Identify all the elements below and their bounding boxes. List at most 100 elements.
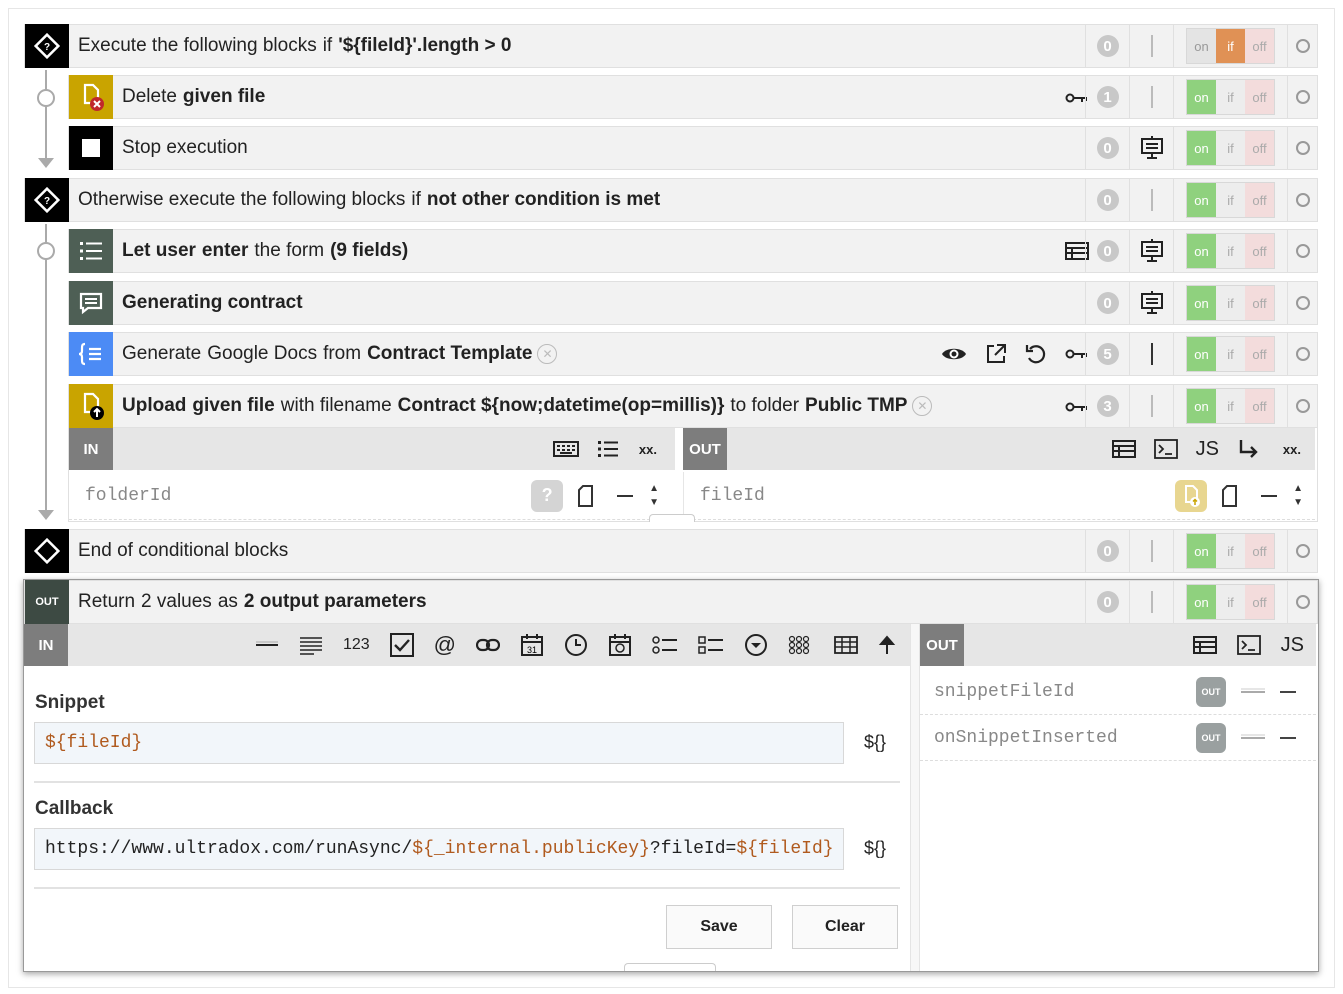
insert-template-icon[interactable]: ${} <box>864 732 886 753</box>
toggle-on[interactable]: on <box>1187 286 1216 320</box>
list-icon[interactable] <box>597 439 619 459</box>
toggle-on[interactable]: on <box>1187 29 1216 63</box>
grid-dots-icon[interactable] <box>788 635 814 655</box>
toggle-if[interactable]: if <box>1216 183 1245 217</box>
clear-folder-icon[interactable]: ✕ <box>912 396 933 416</box>
on-if-off-toggle[interactable]: on if off <box>1186 584 1275 620</box>
toggle-if[interactable]: if <box>1216 131 1245 165</box>
toggle-on[interactable]: on <box>1187 80 1216 114</box>
on-if-off-toggle[interactable]: on if off <box>1186 233 1275 269</box>
remove-icon[interactable] <box>617 494 634 497</box>
toggle-off[interactable]: off <box>1245 337 1274 371</box>
on-if-off-toggle[interactable]: on if off <box>1186 28 1275 64</box>
toggle-off[interactable]: off <box>1245 131 1274 165</box>
remove-icon[interactable] <box>1280 736 1296 739</box>
on-if-off-toggle[interactable]: on if off <box>1186 285 1275 321</box>
on-if-off-toggle[interactable]: on if off <box>1186 388 1275 424</box>
js-icon[interactable]: JS <box>1196 438 1219 461</box>
toggle-if[interactable]: if <box>1216 286 1245 320</box>
block-form[interactable]: Let user enter the form (9 fields) 0 on if of… <box>68 229 1318 273</box>
out-type-chip[interactable]: OUT <box>1196 676 1226 707</box>
presentation-icon[interactable] <box>1139 290 1165 316</box>
callback-input[interactable]: https://www.ultradox.com/runAsync/${_int… <box>34 828 844 870</box>
single-line-text-icon[interactable] <box>255 635 279 655</box>
toggle-off[interactable]: off <box>1245 286 1274 320</box>
block-else[interactable]: ? Otherwise execute the following blocks… <box>24 178 1318 222</box>
on-if-off-toggle[interactable]: on if off <box>1186 533 1275 569</box>
on-if-off-toggle[interactable]: on if off <box>1186 130 1275 166</box>
toggle-off[interactable]: off <box>1245 29 1274 63</box>
toggle-if[interactable]: if <box>1216 29 1245 63</box>
toggle-on[interactable]: on <box>1187 585 1216 619</box>
toggle-on[interactable]: on <box>1187 234 1216 268</box>
table-grid-icon[interactable] <box>834 635 858 655</box>
branch-knob-else[interactable] <box>37 242 55 260</box>
clear-template-icon[interactable]: ✕ <box>537 344 558 364</box>
block-stop[interactable]: Stop execution 0 on if off <box>68 126 1318 170</box>
select-radio[interactable] <box>1295 595 1310 609</box>
file-icon[interactable] <box>577 484 597 508</box>
keyboard-icon[interactable] <box>552 439 579 459</box>
presentation-icon[interactable] <box>1139 238 1165 264</box>
toggle-off[interactable]: off <box>1245 585 1274 619</box>
toggle-off[interactable]: off <box>1245 234 1274 268</box>
block-end[interactable]: End of conditional blocks 0 on if off <box>24 529 1318 573</box>
clear-button[interactable]: Clear <box>792 905 898 949</box>
block-delete[interactable]: Delete given file 1 on if off <box>68 75 1318 119</box>
select-radio[interactable] <box>1295 141 1310 155</box>
select-radio[interactable] <box>1295 347 1310 361</box>
toggle-if[interactable]: if <box>1216 80 1245 114</box>
select-radio[interactable] <box>1295 244 1310 258</box>
block-generate-docs[interactable]: Generate Google Docs from Contract Template… <box>68 332 1318 376</box>
toggle-if[interactable]: if <box>1216 337 1245 371</box>
help-icon[interactable]: ? <box>531 479 564 512</box>
on-if-off-toggle[interactable]: on if off <box>1186 182 1275 218</box>
toggle-on[interactable]: on <box>1187 337 1216 371</box>
on-if-off-toggle[interactable]: on if off <box>1186 336 1275 372</box>
format-icon[interactable]: xx. <box>639 442 657 457</box>
block-upload[interactable]: Upload given file with filename Contract ${… <box>68 384 1318 428</box>
format-icon[interactable]: xx. <box>1283 442 1301 457</box>
toggle-if[interactable]: if <box>1216 389 1245 423</box>
branch-knob-if[interactable] <box>37 89 55 107</box>
return-arrow-icon[interactable] <box>1237 438 1259 460</box>
toggle-on[interactable]: on <box>1187 389 1216 423</box>
toggle-on[interactable]: on <box>1187 534 1216 568</box>
block-message[interactable]: Generating contract 0 on if off <box>68 281 1318 325</box>
clock-icon[interactable] <box>564 633 588 657</box>
file-icon[interactable] <box>1221 484 1241 508</box>
upload-arrow-icon[interactable] <box>878 634 896 656</box>
js-icon[interactable]: JS <box>1281 634 1304 657</box>
select-radio[interactable] <box>1295 90 1310 104</box>
insert-template-icon[interactable]: ${} <box>864 838 886 859</box>
remove-icon[interactable] <box>1280 690 1296 693</box>
table-icon[interactable] <box>1192 635 1217 655</box>
toggle-off[interactable]: off <box>1245 389 1274 423</box>
single-line-text-icon[interactable] <box>1240 733 1266 743</box>
block-return[interactable]: OUT Return 2 values as 2 output parameters … <box>24 580 1318 624</box>
toggle-if[interactable]: if <box>1216 234 1245 268</box>
checkbox-icon[interactable] <box>389 633 414 657</box>
select-radio[interactable] <box>1295 39 1310 53</box>
select-radio[interactable] <box>1295 193 1310 207</box>
presentation-icon[interactable] <box>1139 135 1165 161</box>
toggle-off[interactable]: off <box>1245 183 1274 217</box>
reorder-arrows-icon[interactable]: ▲ ▼ <box>649 482 659 510</box>
calendar-icon[interactable]: 31 <box>520 633 544 657</box>
resize-handle[interactable] <box>624 963 716 971</box>
number-icon[interactable]: 123 <box>343 636 370 654</box>
checkbox-list-icon[interactable] <box>698 635 724 655</box>
dropdown-icon[interactable] <box>744 633 768 657</box>
select-radio[interactable] <box>1295 296 1310 310</box>
terminal-icon[interactable] <box>1153 439 1178 459</box>
upload-file-chip-icon[interactable] <box>1175 479 1208 512</box>
toggle-if[interactable]: if <box>1216 534 1245 568</box>
on-if-off-toggle[interactable]: on if off <box>1186 79 1275 115</box>
toggle-on[interactable]: on <box>1187 183 1216 217</box>
toggle-off[interactable]: off <box>1245 534 1274 568</box>
remove-icon[interactable] <box>1261 494 1278 497</box>
select-radio[interactable] <box>1295 399 1310 413</box>
open-external-icon[interactable] <box>985 343 1007 365</box>
datetime-icon[interactable] <box>608 633 632 657</box>
out-type-chip[interactable]: OUT <box>1196 722 1226 753</box>
